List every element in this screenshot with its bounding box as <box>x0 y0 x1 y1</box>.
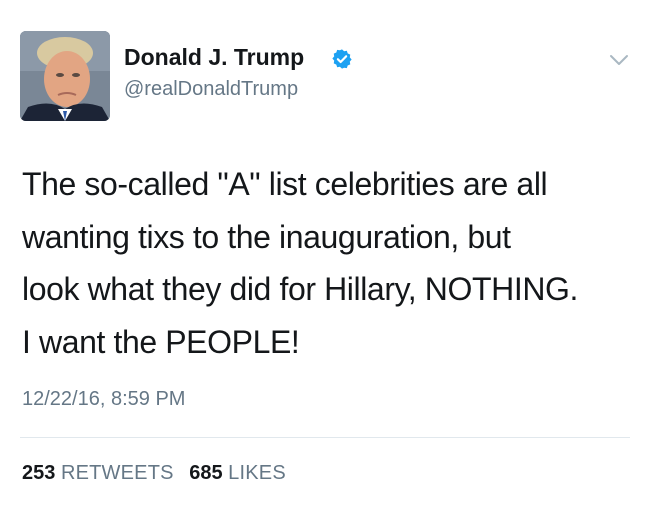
verified-badge-icon <box>332 49 352 69</box>
tweet-text: The so-called "A" list celebrities are a… <box>22 158 632 368</box>
likes-stat[interactable]: 685 LIKES <box>189 461 286 485</box>
timestamp[interactable]: 12/22/16, 8:59 PM <box>22 387 185 411</box>
display-name[interactable]: Donald J. Trump <box>124 43 304 71</box>
retweets-count: 253 <box>22 462 56 484</box>
likes-label: LIKES <box>228 462 286 484</box>
retweets-stat[interactable]: 253 RETWEETS <box>22 461 174 485</box>
avatar-image <box>20 31 110 121</box>
likes-count: 685 <box>189 462 223 484</box>
tweet-stats: 253 RETWEETS 685 LIKES <box>22 461 296 485</box>
chevron-down-icon[interactable] <box>608 52 630 68</box>
tweet-line: The so-called "A" list celebrities are a… <box>22 166 548 202</box>
handle[interactable]: @realDonaldTrump <box>124 77 298 101</box>
divider <box>20 437 630 438</box>
avatar[interactable] <box>20 31 110 121</box>
tweet-line: I want the PEOPLE! <box>22 323 300 360</box>
tweet-line: look what they did for Hillary, NOTHING. <box>22 271 579 307</box>
tweet-line: wanting tixs to the inauguration, but <box>22 218 511 255</box>
retweets-label: RETWEETS <box>60 462 174 484</box>
